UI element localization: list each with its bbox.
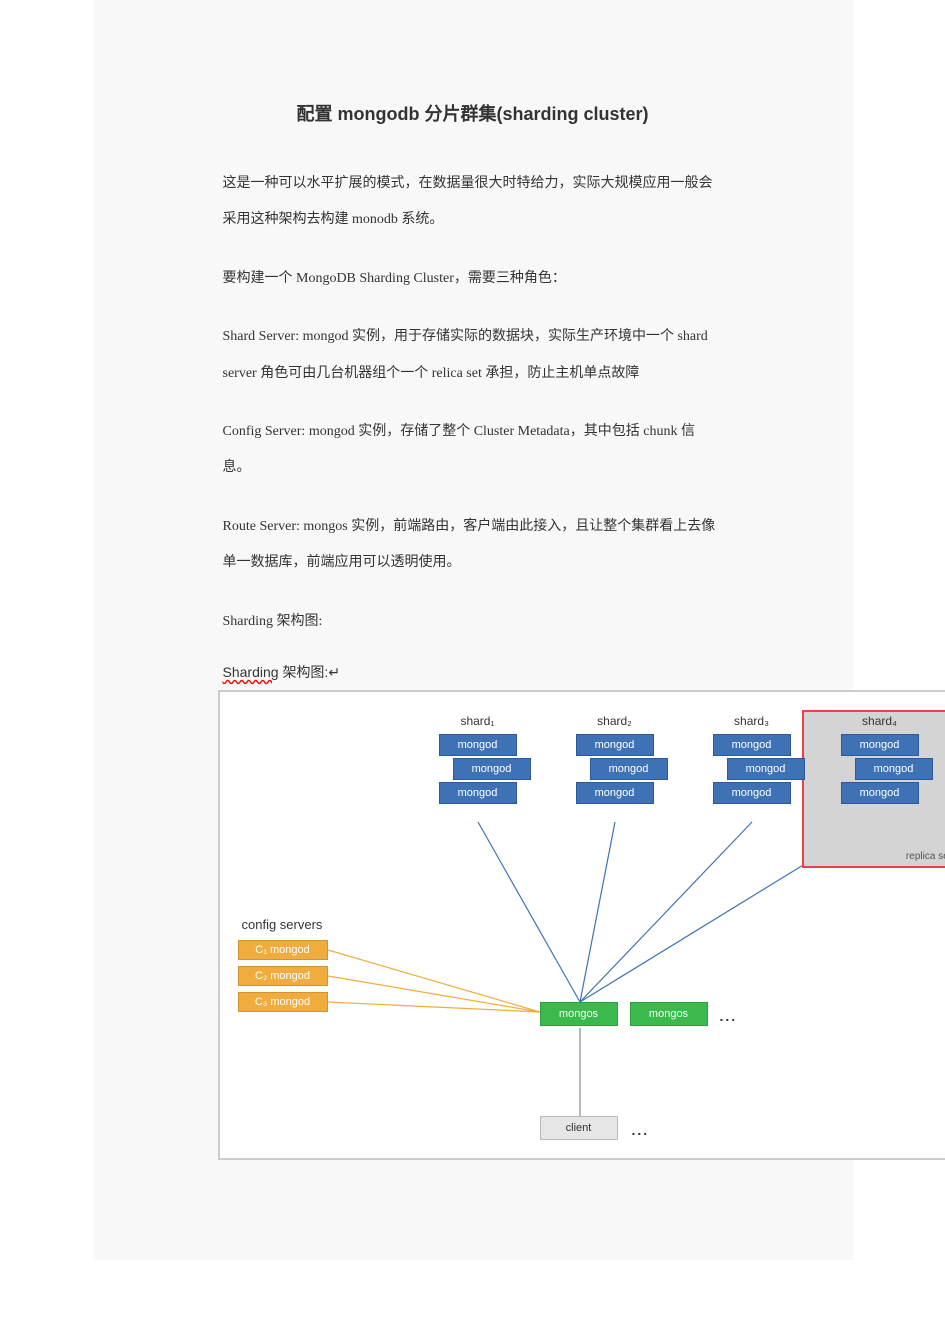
shard-label: shard₂ xyxy=(555,714,675,728)
paragraph-route-server: Route Server: mongos 实例，前端路由，客户端由此接入，且让整… xyxy=(223,509,723,582)
ellipsis-icon: ... xyxy=(720,1008,738,1024)
shard-column-1: shard₁ mongod mongod mongod xyxy=(418,714,538,806)
architecture-diagram: replica set shard₁ mongod mongod mongod … xyxy=(218,690,945,1160)
paragraph-intro: 这是一种可以水平扩展的模式，在数据量很大时特给力，实际大规模应用一般会采用这种架… xyxy=(223,166,723,239)
shard-label: shard₁ xyxy=(418,714,538,728)
mongod-box: mongod xyxy=(713,782,791,804)
mongos-box: mongos xyxy=(540,1002,618,1026)
mongod-box: mongod xyxy=(576,782,654,804)
page-title: 配置 mongodb 分片群集(sharding cluster) xyxy=(223,100,723,126)
config-server-box: C₁ mongod xyxy=(238,940,328,960)
mongod-box: mongod xyxy=(841,782,919,804)
paragraph-shard-server: Shard Server: mongod 实例，用于存储实际的数据块，实际生产环… xyxy=(223,319,723,392)
mongod-box: mongod xyxy=(590,758,668,780)
replica-set-label: replica set xyxy=(906,851,945,862)
shard-label: shard₃ xyxy=(692,714,812,728)
paragraph-roles-intro: 要构建一个 MongoDB Sharding Cluster，需要三种角色： xyxy=(223,261,723,297)
ellipsis-icon: ... xyxy=(632,1122,650,1138)
document-page: 配置 mongodb 分片群集(sharding cluster) 这是一种可以… xyxy=(93,0,853,1260)
config-server-box: C₃ mongod xyxy=(238,992,328,1012)
mongod-box: mongod xyxy=(453,758,531,780)
mongos-box: mongos xyxy=(630,1002,708,1026)
mongod-box: mongod xyxy=(855,758,933,780)
diagram-caption: Sharding 架构图:↵ xyxy=(223,662,723,682)
config-servers-title: config servers xyxy=(242,917,323,932)
mongod-box: mongod xyxy=(727,758,805,780)
shard-column-3: shard₃ mongod mongod mongod xyxy=(692,714,812,806)
mongod-box: mongod xyxy=(439,782,517,804)
mongod-box: mongod xyxy=(713,734,791,756)
shard-column-2: shard₂ mongod mongod mongod xyxy=(555,714,675,806)
paragraph-config-server: Config Server: mongod 实例，存储了整个 Cluster M… xyxy=(223,414,723,487)
client-box: client xyxy=(540,1116,618,1140)
spellcheck-underline: Sharding xyxy=(223,664,279,680)
shard-column-4: shard₄ mongod mongod mongod xyxy=(820,714,940,806)
mongod-box: mongod xyxy=(841,734,919,756)
mongod-box: mongod xyxy=(439,734,517,756)
mongod-box: mongod xyxy=(576,734,654,756)
config-server-box: C₂ mongod xyxy=(238,966,328,986)
shard-label: shard₄ xyxy=(820,714,940,728)
caption-rest: 架构图:↵ xyxy=(282,664,340,680)
paragraph-diagram-label: Sharding 架构图: xyxy=(223,604,723,640)
